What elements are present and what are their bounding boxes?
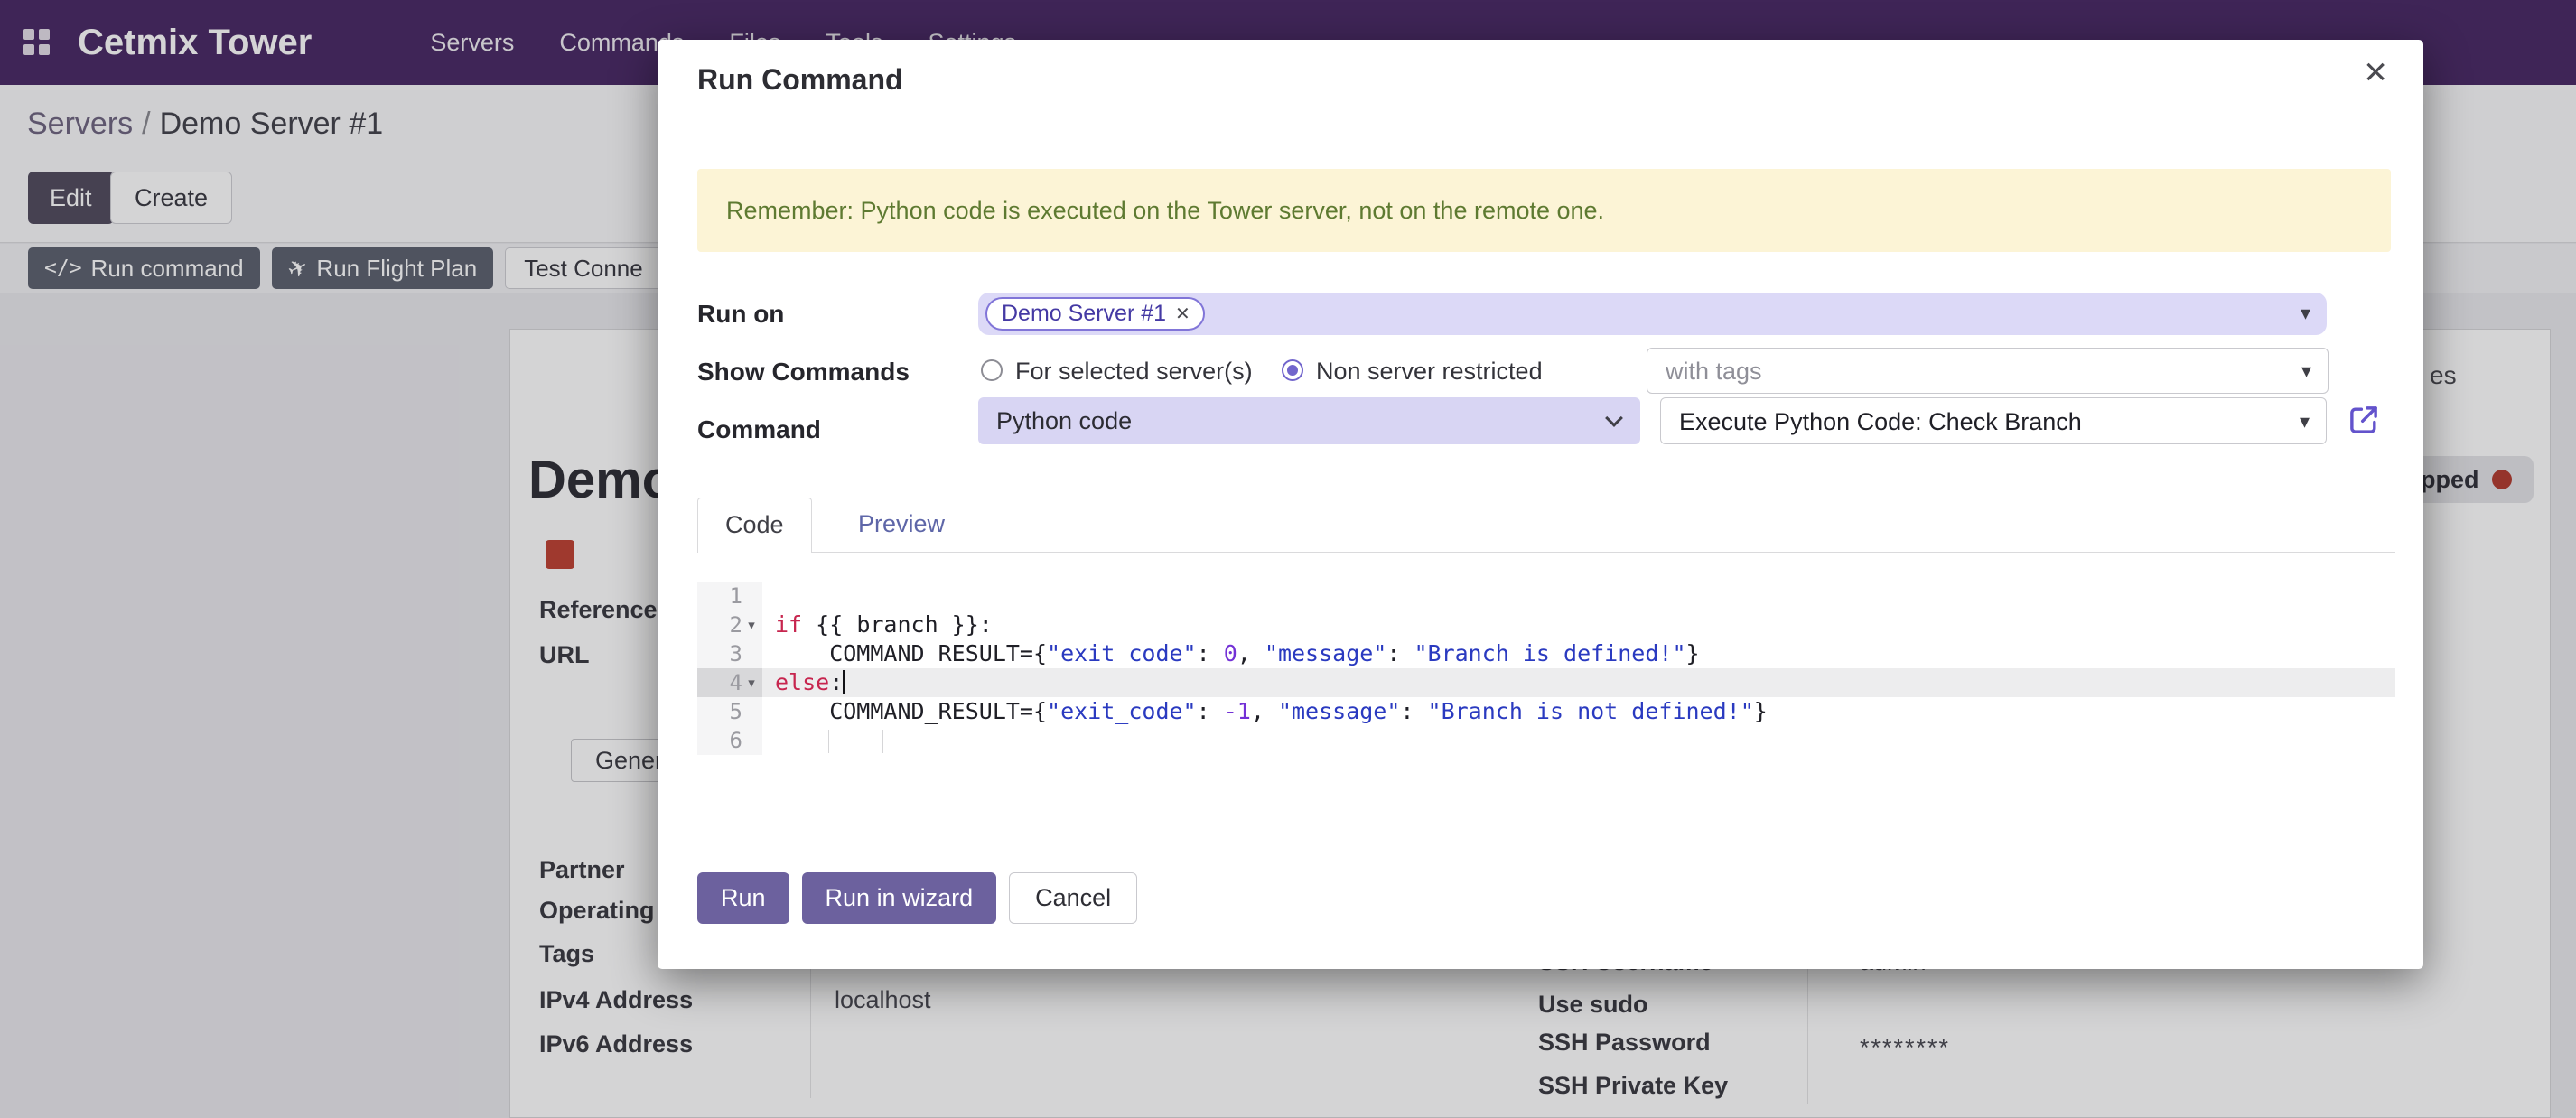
code-editor[interactable]: 12▾if {{ branch }}:3 COMMAND_RESULT={"ex… [697,582,2395,755]
editor-gutter-cell: 1 [697,582,762,610]
modal-footer: Run Run in wizard Cancel [697,872,1137,924]
editor-gutter-cell: 4▾ [697,668,762,697]
server-tag-label: Demo Server #1 [1002,301,1166,327]
label-command: Command [697,415,821,444]
tab-preview[interactable]: Preview [831,498,972,553]
label-run-on: Run on [697,300,784,329]
command-select-value: Execute Python Code: Check Branch [1661,398,2326,445]
tab-code[interactable]: Code [697,498,812,553]
editor-tabbar: Code Preview [697,497,2395,553]
radio-label-for-selected-servers[interactable]: For selected server(s) [1015,358,1253,386]
label-show-commands: Show Commands [697,358,910,387]
editor-line-5[interactable]: 5 COMMAND_RESULT={"exit_code": -1, "mess… [697,697,2395,726]
text-cursor [843,670,845,694]
chevron-down-icon[interactable]: ▾ [2301,302,2310,325]
editor-gutter-cell: 5 [697,697,762,726]
close-icon[interactable]: × [2364,52,2387,92]
editor-gutter-cell: 6 [697,726,762,755]
with-tags-placeholder: with tags [1647,349,2328,395]
cancel-button[interactable]: Cancel [1009,872,1137,924]
run-on-field[interactable]: Demo Server #1 ✕ ▾ [978,293,2327,335]
with-tags-dropdown[interactable]: with tags ▾ [1647,348,2329,394]
editor-line-1[interactable]: 1 [697,582,2395,610]
radio-for-selected-servers[interactable] [981,359,1003,381]
editor-gutter-cell: 3 [697,639,762,668]
run-command-modal: Run Command × Remember: Python code is e… [658,40,2423,969]
editor-line-3[interactable]: 3 COMMAND_RESULT={"exit_code": 0, "messa… [697,639,2395,668]
alert-text: Remember: Python code is executed on the… [697,169,2391,252]
modal-title: Run Command [697,63,903,97]
fold-arrow-icon[interactable]: ▾ [742,675,761,691]
radio-non-server-restricted[interactable] [1282,359,1303,381]
command-type-select[interactable]: Python code [978,397,1640,444]
editor-gutter-cell: 2▾ [697,610,762,639]
fold-arrow-icon[interactable]: ▾ [742,617,761,633]
run-button[interactable]: Run [697,872,789,924]
command-select[interactable]: Execute Python Code: Check Branch ▾ [1660,397,2327,444]
screen: Cetmix Tower Servers Commands Files Tool… [0,0,2576,1118]
chevron-down-icon: ▾ [2300,410,2310,433]
tag-remove-icon[interactable]: ✕ [1175,303,1190,325]
run-in-wizard-button[interactable]: Run in wizard [802,872,997,924]
command-type-value: Python code [978,397,1640,444]
server-tag-pill: Demo Server #1 ✕ [985,297,1205,331]
editor-line-4[interactable]: 4▾else: [697,668,2395,697]
editor-line-2[interactable]: 2▾if {{ branch }}: [697,610,2395,639]
python-warning-alert: Remember: Python code is executed on the… [697,169,2391,252]
chevron-down-icon: ▾ [2301,359,2311,383]
editor-line-6[interactable]: 6 [697,726,2395,755]
radio-label-non-server-restricted[interactable]: Non server restricted [1316,358,1543,386]
external-link-icon[interactable] [2345,401,2383,439]
